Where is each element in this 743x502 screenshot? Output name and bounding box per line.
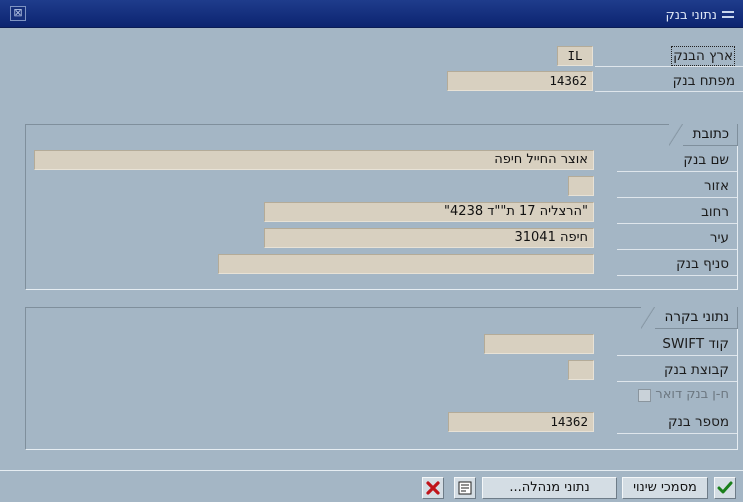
row-bank-name: שם בנק אוצר החייל חיפה [26, 150, 737, 170]
divider [617, 249, 737, 250]
bank-group-field[interactable] [568, 360, 594, 380]
window-menu-icon[interactable] [721, 9, 735, 21]
divider [617, 355, 737, 356]
divider [617, 381, 737, 382]
row-bank-key: מפתח בנק 14362 [0, 71, 743, 91]
street-field[interactable]: "הרצליה 17 ת""ד 4238" [264, 202, 594, 222]
street-label: רחוב [701, 204, 729, 220]
divider [617, 433, 737, 434]
row-region: אזור [26, 176, 737, 196]
bank-branch-field[interactable] [218, 254, 594, 274]
region-label: אזור [704, 178, 729, 194]
bank-number-label: מספר בנק [667, 414, 729, 430]
check-icon [717, 481, 733, 494]
document-icon [458, 481, 472, 495]
address-group-title: כתובת [668, 124, 738, 146]
dialog-toolbar: מסמכי שינוי נתוני מנהלה... [0, 470, 743, 502]
row-postbank: ח-ן בנק דואר [26, 385, 737, 405]
admin-data-button[interactable]: נתוני מנהלה... [482, 477, 617, 499]
bank-name-label: שם בנק [683, 152, 729, 168]
bank-branch-label: סניף בנק [676, 256, 729, 272]
address-group: כתובת שם בנק אוצר החייל חיפה אזור רחוב "… [25, 124, 738, 290]
postbank-checkbox-label: ח-ן בנק דואר [655, 387, 729, 402]
window-titlebar: ⊠ נתוני בנק [0, 0, 743, 28]
postbank-checkbox[interactable]: ח-ן בנק דואר [638, 385, 729, 405]
change-documents-button[interactable]: מסמכי שינוי [622, 477, 708, 499]
divider [595, 91, 743, 92]
divider [595, 66, 743, 67]
city-label: עיר [709, 230, 729, 246]
change-documents-label: מסמכי שינוי [633, 480, 697, 495]
close-icon[interactable]: ⊠ [10, 6, 26, 21]
row-bank-number: מספר בנק 14362 [26, 412, 737, 432]
swift-field[interactable] [484, 334, 594, 354]
region-field[interactable] [568, 176, 594, 196]
row-swift: קוד SWIFT [26, 334, 737, 354]
bank-country-label[interactable]: ארץ הבנק [671, 46, 735, 66]
control-data-group-title: נתוני בקרה [640, 307, 738, 329]
window-title: נתוני בנק [665, 7, 717, 23]
row-bank-country: ארץ הבנק IL [0, 46, 743, 66]
row-city: עיר חיפה 31041 [26, 228, 737, 248]
row-street: רחוב "הרצליה 17 ת""ד 4238" [26, 202, 737, 222]
divider [617, 223, 737, 224]
confirm-button[interactable] [714, 477, 736, 499]
admin-data-label: נתוני מנהלה... [509, 480, 590, 495]
swift-label: קוד SWIFT [662, 336, 729, 352]
bank-name-field[interactable]: אוצר החייל חיפה [34, 150, 594, 170]
divider [617, 171, 737, 172]
bank-group-label: קבוצת בנק [663, 362, 729, 378]
bank-key-label: מפתח בנק [672, 73, 735, 89]
row-bank-branch: סניף בנק [26, 254, 737, 274]
city-field[interactable]: חיפה 31041 [264, 228, 594, 248]
bank-number-field[interactable]: 14362 [448, 412, 594, 432]
row-bank-group: קבוצת בנק [26, 360, 737, 380]
bank-key-field[interactable]: 14362 [447, 71, 593, 91]
control-data-group: נתוני בקרה קוד SWIFT קבוצת בנק ח-ן בנק ד… [25, 307, 738, 450]
divider [617, 197, 737, 198]
x-icon [426, 481, 440, 495]
divider [617, 275, 737, 276]
postbank-checkbox-box[interactable] [638, 388, 652, 402]
details-button[interactable] [454, 477, 476, 499]
window-title-area: נתוני בנק [666, 6, 735, 24]
cancel-button[interactable] [422, 477, 444, 499]
bank-country-field[interactable]: IL [557, 46, 593, 66]
